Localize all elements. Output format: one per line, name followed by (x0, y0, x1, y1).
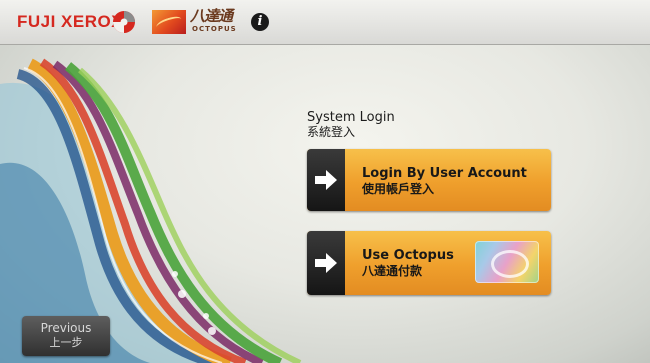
system-login-title-cn: 系統登入 (307, 125, 356, 139)
login-button-label-cn: 使用帳戶登入 (362, 182, 435, 196)
octopus-card-icon (475, 241, 539, 283)
arrow-right-icon (315, 170, 337, 190)
system-login-title: System Login (307, 110, 395, 125)
octopus-button-label: Use Octopus (362, 248, 454, 263)
octopus-button-label-cn: 八達通付款 (362, 264, 423, 278)
octopus-logo-cn: 八達通 (190, 7, 233, 25)
login-button-label: Login By User Account (362, 166, 527, 181)
octopus-logo: 八達通 OCTOPUS (152, 8, 247, 36)
use-octopus-button[interactable]: Use Octopus 八達通付款 (307, 231, 551, 295)
arrow-box (307, 149, 345, 211)
octopus-logo-en: OCTOPUS (192, 25, 237, 33)
top-bar: FUJI XEROX 八達通 OCTOPUS i (0, 0, 650, 45)
previous-label: Previous (40, 321, 92, 335)
arrow-right-icon (315, 253, 337, 273)
fuji-xerox-logo: FUJI XEROX (17, 12, 124, 31)
octopus-logo-icon (152, 10, 186, 34)
info-icon[interactable]: i (251, 13, 269, 31)
fuji-xerox-mark-icon (113, 11, 135, 33)
previous-label-cn: 上一步 (49, 336, 83, 349)
previous-button[interactable]: Previous 上一步 (22, 316, 110, 356)
arrow-box (307, 231, 345, 295)
kiosk-screen: FUJI XEROX 八達通 OCTOPUS i System Login 系統… (0, 0, 650, 363)
login-by-user-account-button[interactable]: Login By User Account 使用帳戶登入 (307, 149, 551, 211)
